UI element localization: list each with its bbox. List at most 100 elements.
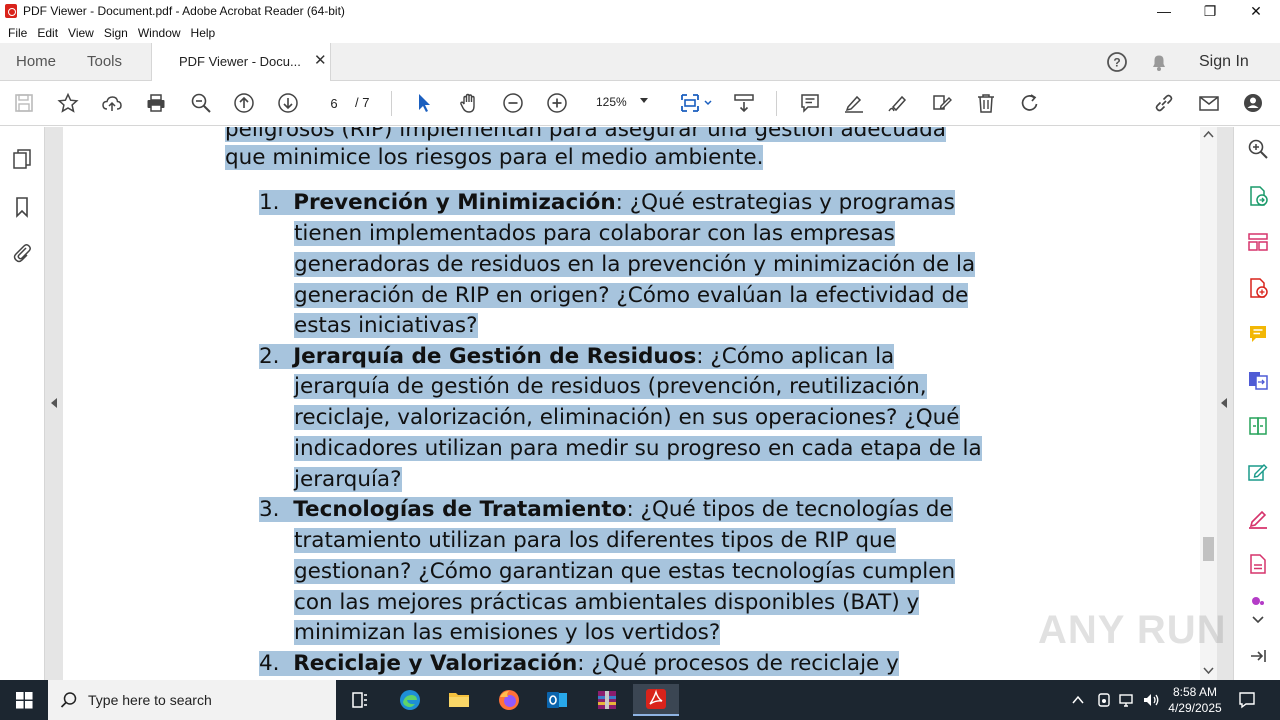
scroll-down-chevron-icon[interactable]: [1203, 667, 1214, 675]
add-user-icon[interactable]: [1240, 90, 1266, 116]
window-title: PDF Viewer - Document.pdf - Adobe Acroba…: [23, 4, 345, 18]
list-item: 3. Tecnologías de Tratamiento: ¿Qué tipo…: [259, 497, 953, 522]
network-icon[interactable]: [1118, 692, 1136, 708]
delete-trash-icon[interactable]: [973, 90, 999, 116]
acrobat-taskbar-icon[interactable]: [633, 684, 679, 716]
protect-pdf-icon[interactable]: [1246, 552, 1270, 576]
left-panel-collapse-icon[interactable]: [51, 398, 57, 408]
sign-in-link[interactable]: Sign In: [1199, 43, 1249, 81]
list-item-text: generación de RIP en origen? ¿Cómo evalú…: [294, 283, 969, 308]
scrollbar-thumb[interactable]: [1203, 537, 1214, 561]
page-fit-icon[interactable]: [676, 90, 716, 116]
page-thumbnails-icon[interactable]: [10, 147, 34, 171]
show-hidden-icons-chevron-icon[interactable]: [1072, 695, 1084, 705]
notifications-icon[interactable]: [1238, 691, 1256, 709]
right-tools-rail: [1233, 127, 1280, 680]
export-pdf-icon[interactable]: [1246, 184, 1270, 208]
highlight-pen-icon[interactable]: [841, 90, 867, 116]
scroll-up-chevron-icon[interactable]: [1203, 130, 1214, 138]
zoom-level[interactable]: 125%: [596, 95, 627, 109]
winrar-icon[interactable]: [584, 684, 630, 716]
search-zoom-icon[interactable]: [1246, 137, 1270, 161]
fill-sign-icon[interactable]: [1246, 506, 1270, 530]
page-number-input[interactable]: [322, 92, 346, 114]
pdf-page[interactable]: peligrosos (RIP) implementan para asegur…: [63, 127, 1200, 680]
system-clock[interactable]: 8:58 AM 4/29/2025: [1163, 684, 1227, 716]
comment-icon[interactable]: [797, 90, 823, 116]
tab-document[interactable]: PDF Viewer - Docu... ✕: [151, 43, 331, 82]
combine-files-icon[interactable]: [1246, 368, 1270, 392]
draw-signature-icon[interactable]: [885, 90, 911, 116]
menu-file[interactable]: File: [8, 26, 27, 40]
taskbar-search-box[interactable]: Type here to search: [48, 680, 336, 720]
collapse-right-pane-icon[interactable]: [1246, 644, 1270, 668]
close-button[interactable]: ✕: [1233, 0, 1279, 22]
zoom-in-icon[interactable]: [544, 90, 570, 116]
share-link-icon[interactable]: [1151, 90, 1177, 116]
notification-bell-icon[interactable]: [1148, 51, 1170, 73]
compress-pdf-icon[interactable]: [1246, 414, 1270, 438]
task-view-icon[interactable]: [337, 684, 383, 716]
edit-pdf-icon[interactable]: [1246, 460, 1270, 484]
more-tools-chevron-icon[interactable]: [1251, 615, 1265, 625]
menu-edit[interactable]: Edit: [37, 26, 58, 40]
menu-window[interactable]: Window: [138, 26, 181, 40]
previous-page-icon[interactable]: [231, 90, 257, 116]
menu-view[interactable]: View: [68, 26, 94, 40]
tab-tools[interactable]: Tools: [87, 43, 122, 81]
page-text-line: que minimice los riesgos para el medio a…: [225, 145, 764, 170]
zoom-out-magnifier-icon[interactable]: [188, 90, 214, 116]
tab-home[interactable]: Home: [16, 43, 56, 81]
bookmarks-icon[interactable]: [10, 195, 34, 219]
zoom-out-icon[interactable]: [500, 90, 526, 116]
list-item-text: tratamiento utilizan para los diferentes…: [294, 528, 896, 553]
search-placeholder: Type here to search: [88, 692, 212, 708]
maximize-button[interactable]: ❐: [1187, 0, 1233, 22]
network-device-icon[interactable]: [1096, 692, 1112, 708]
list-item: 4. Reciclaje y Valorización: ¿Qué proces…: [259, 651, 899, 676]
volume-icon[interactable]: [1142, 692, 1160, 708]
document-viewport[interactable]: peligrosos (RIP) implementan para asegur…: [45, 127, 1233, 680]
svg-text:?: ?: [1113, 56, 1120, 70]
scroll-mode-icon[interactable]: [731, 90, 757, 116]
list-item-text: minimizan las emisiones y los vertidos?: [294, 620, 721, 645]
print-icon[interactable]: [143, 90, 169, 116]
vertical-scrollbar[interactable]: [1200, 127, 1217, 680]
bookmark-star-icon[interactable]: [55, 90, 81, 116]
file-explorer-icon[interactable]: [436, 684, 482, 716]
menu-help[interactable]: Help: [191, 26, 216, 40]
email-envelope-icon[interactable]: [1196, 90, 1222, 116]
tab-close-icon[interactable]: ✕: [314, 51, 327, 69]
comment-tool-icon[interactable]: [1246, 322, 1270, 346]
page-total: / 7: [355, 95, 370, 110]
outlook-icon[interactable]: [534, 684, 580, 716]
save-icon[interactable]: [11, 90, 37, 116]
tab-document-label: PDF Viewer - Docu...: [179, 54, 301, 69]
right-panel-expand-icon[interactable]: [1221, 398, 1227, 408]
windows-taskbar: Type here to search 8:58 AM 4/29/2025: [0, 680, 1280, 720]
clock-time: 8:58 AM: [1172, 685, 1218, 699]
zoom-dropdown-chevron-icon[interactable]: [640, 98, 648, 103]
windows-start-icon[interactable]: [1, 684, 47, 716]
minimize-button[interactable]: —: [1141, 0, 1187, 22]
menu-sign[interactable]: Sign: [104, 26, 128, 40]
list-item: 2. Jerarquía de Gestión de Residuos: ¿Có…: [259, 344, 895, 369]
list-item-text: gestionan? ¿Cómo garantizan que estas te…: [294, 559, 956, 584]
help-icon[interactable]: ?: [1106, 51, 1128, 73]
more-tools-icon[interactable]: [1246, 593, 1270, 609]
edge-browser-icon[interactable]: [387, 684, 433, 716]
left-navigation-rail: [0, 127, 45, 680]
organize-pages-icon[interactable]: [1246, 230, 1270, 254]
upload-cloud-icon[interactable]: [99, 90, 125, 116]
attachments-paperclip-icon[interactable]: [10, 240, 34, 264]
next-page-icon[interactable]: [275, 90, 301, 116]
hand-tool-icon[interactable]: [456, 90, 482, 116]
firefox-icon[interactable]: [486, 684, 532, 716]
select-cursor-icon[interactable]: [411, 90, 437, 116]
list-item-title: Prevención y Minimización: [293, 190, 616, 215]
edit-text-icon[interactable]: [929, 90, 955, 116]
anyrun-watermark: ANY RUN: [1038, 608, 1227, 652]
rotate-icon[interactable]: [1017, 90, 1043, 116]
create-pdf-icon[interactable]: [1246, 276, 1270, 300]
list-number: 3.: [259, 497, 280, 522]
